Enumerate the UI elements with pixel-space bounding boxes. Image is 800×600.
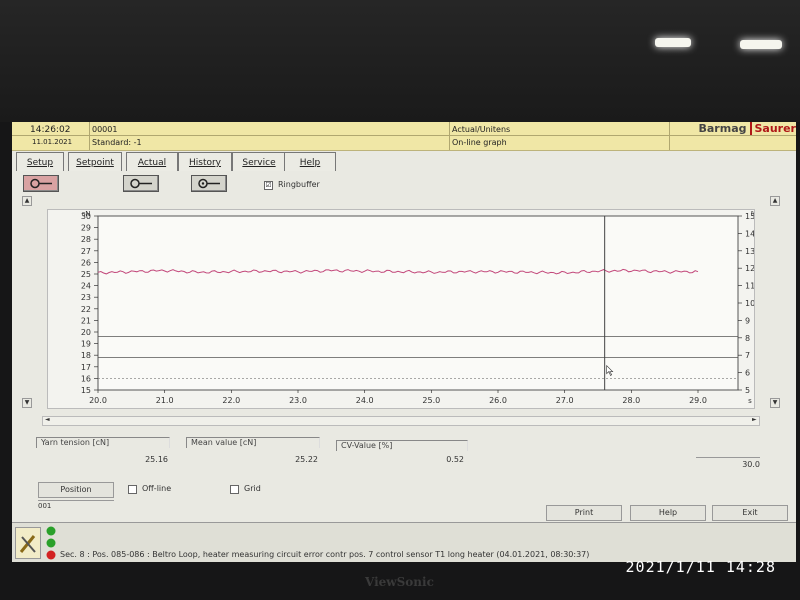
y2-tick-label: 5 [745, 386, 750, 395]
print-button[interactable]: Print [546, 505, 622, 521]
ringbuffer-checkbox[interactable]: ☑ [264, 181, 273, 190]
sensor-icon [30, 178, 52, 189]
y-tick-label: 21 [81, 316, 91, 325]
y-axis-label: cN [81, 210, 90, 218]
tab-history[interactable]: History [178, 152, 232, 171]
status-bar: Sec. 8 : Pos. 085-086 : Beltro Loop, hea… [12, 522, 796, 562]
tools-icon[interactable] [15, 527, 41, 559]
exit-button[interactable]: Exit [712, 505, 788, 521]
y-tick-label: 26 [81, 258, 91, 267]
x-tick-label: 26.0 [489, 396, 507, 405]
brand-saurer: Saurer [749, 122, 796, 135]
tab-setup[interactable]: Setup [16, 152, 64, 171]
yarn-tension-header: Yarn tension [cN] [36, 437, 170, 448]
brand-logo: Barmag Saurer [698, 122, 796, 136]
y2-axis-label: % [751, 210, 754, 218]
y2-tick-label: 12 [745, 264, 754, 273]
scroll-up-left[interactable]: ▲ [22, 196, 32, 206]
cv-value: 0.52 [446, 455, 464, 464]
clock-time: 14:26:02 [30, 125, 71, 135]
y-tick-label: 22 [81, 305, 91, 314]
y2-tick-label: 9 [745, 316, 750, 325]
y-tick-label: 17 [81, 363, 91, 372]
help-button[interactable]: Help [630, 505, 706, 521]
tab-help[interactable]: Help [284, 152, 336, 171]
y-tick-label: 29 [81, 224, 91, 233]
tab-actual[interactable]: Actual [126, 152, 178, 171]
mean-value: 25.22 [295, 455, 318, 464]
range-value: 30.0 [696, 457, 760, 469]
x-tick-label: 24.0 [356, 396, 374, 405]
x-tick-label: 27.0 [556, 396, 574, 405]
sensor-dot-icon [198, 178, 220, 189]
horizontal-scrollbar[interactable] [42, 416, 760, 426]
y-tick-label: 20 [81, 328, 91, 337]
x-tick-label: 28.0 [622, 396, 640, 405]
sensor-button[interactable] [123, 175, 159, 192]
position-button[interactable]: Position [38, 482, 114, 498]
y2-tick-label: 13 [745, 247, 754, 256]
yarn-tension-value: 25.16 [145, 455, 168, 464]
tab-setpoint[interactable]: Setpoint [68, 152, 122, 171]
ceiling-light [740, 40, 782, 49]
y-tick-label: 15 [81, 386, 91, 395]
scroll-down-left[interactable]: ▼ [22, 398, 32, 408]
scroll-right-icon[interactable]: ► [752, 416, 757, 423]
ceiling-light [655, 38, 691, 47]
machine-code: 00001 [92, 125, 118, 134]
tab-bar: Setup Setpoint Actual History Service He… [12, 151, 796, 171]
clock-date: 11.01.2021 [32, 138, 73, 146]
x-tick-label: 21.0 [156, 396, 174, 405]
ringbuffer-label: Ringbuffer [278, 180, 320, 189]
position-field[interactable]: 001 [38, 500, 114, 514]
app-window: 14:26:02 11.01.2021 00001 Standard: -1 A… [12, 122, 796, 562]
y-tick-label: 16 [81, 374, 91, 383]
status-lights-icon [46, 526, 56, 560]
y2-tick-label: 7 [745, 351, 750, 360]
header-bar: 14:26:02 11.01.2021 00001 Standard: -1 A… [12, 122, 796, 151]
sensor-dot-button[interactable] [191, 175, 227, 192]
standard-label: Standard: -1 [92, 138, 142, 147]
x-tick-label: 29.0 [689, 396, 707, 405]
monitor-brand: ViewSonic [365, 575, 434, 589]
y2-tick-label: 11 [745, 282, 754, 291]
sensor-red-button[interactable] [23, 175, 59, 192]
scroll-down-right[interactable]: ▼ [770, 398, 780, 408]
y-tick-label: 19 [81, 340, 91, 349]
y2-tick-label: 8 [745, 334, 750, 343]
y-tick-label: 27 [81, 247, 91, 256]
online-graph: 15 16 17 18 19 20 21 22 23 24 25 26 27 28 29 30 5 6 7 8 9 10 1… [47, 209, 758, 409]
x-tick-label: 23.0 [289, 396, 307, 405]
plot-area [97, 215, 739, 391]
grid-label: Grid [244, 484, 261, 493]
photo-timestamp: 2021/1/11 14:28 [625, 558, 776, 576]
x-tick-label: 25.0 [422, 396, 440, 405]
scroll-up-right[interactable]: ▲ [770, 196, 780, 206]
y2-tick-label: 6 [745, 369, 750, 378]
view-label: On-line graph [452, 138, 507, 147]
sensor-icon [130, 178, 152, 189]
mean-value-header: Mean value [cN] [186, 437, 320, 448]
cv-value-header: CV-Value [%] [336, 440, 468, 451]
tab-service[interactable]: Service [232, 152, 286, 171]
scroll-left-icon[interactable]: ◄ [45, 416, 50, 423]
y-tick-label: 25 [81, 270, 91, 279]
y2-tick-label: 10 [745, 299, 754, 308]
y-tick-label: 18 [81, 351, 91, 360]
y-tick-label: 24 [81, 282, 91, 291]
mode-label: Actual/Unitens [452, 125, 511, 134]
x-tick-label: 22.0 [222, 396, 240, 405]
x-axis-label: s [748, 397, 752, 405]
status-message: Sec. 8 : Pos. 085-086 : Beltro Loop, hea… [60, 550, 590, 559]
monitor-bezel-top [0, 0, 800, 122]
brand-barmag: Barmag [698, 122, 747, 135]
grid-checkbox[interactable] [230, 485, 239, 494]
tension-chart: 1516171819202122232425262728293056789101… [81, 210, 758, 405]
y-tick-label: 23 [81, 293, 91, 302]
x-tick-label: 20.0 [89, 396, 107, 405]
y2-tick-label: 14 [745, 229, 754, 238]
y-tick-label: 28 [81, 235, 91, 244]
offline-label: Off-line [142, 484, 172, 493]
offline-checkbox[interactable] [128, 485, 137, 494]
